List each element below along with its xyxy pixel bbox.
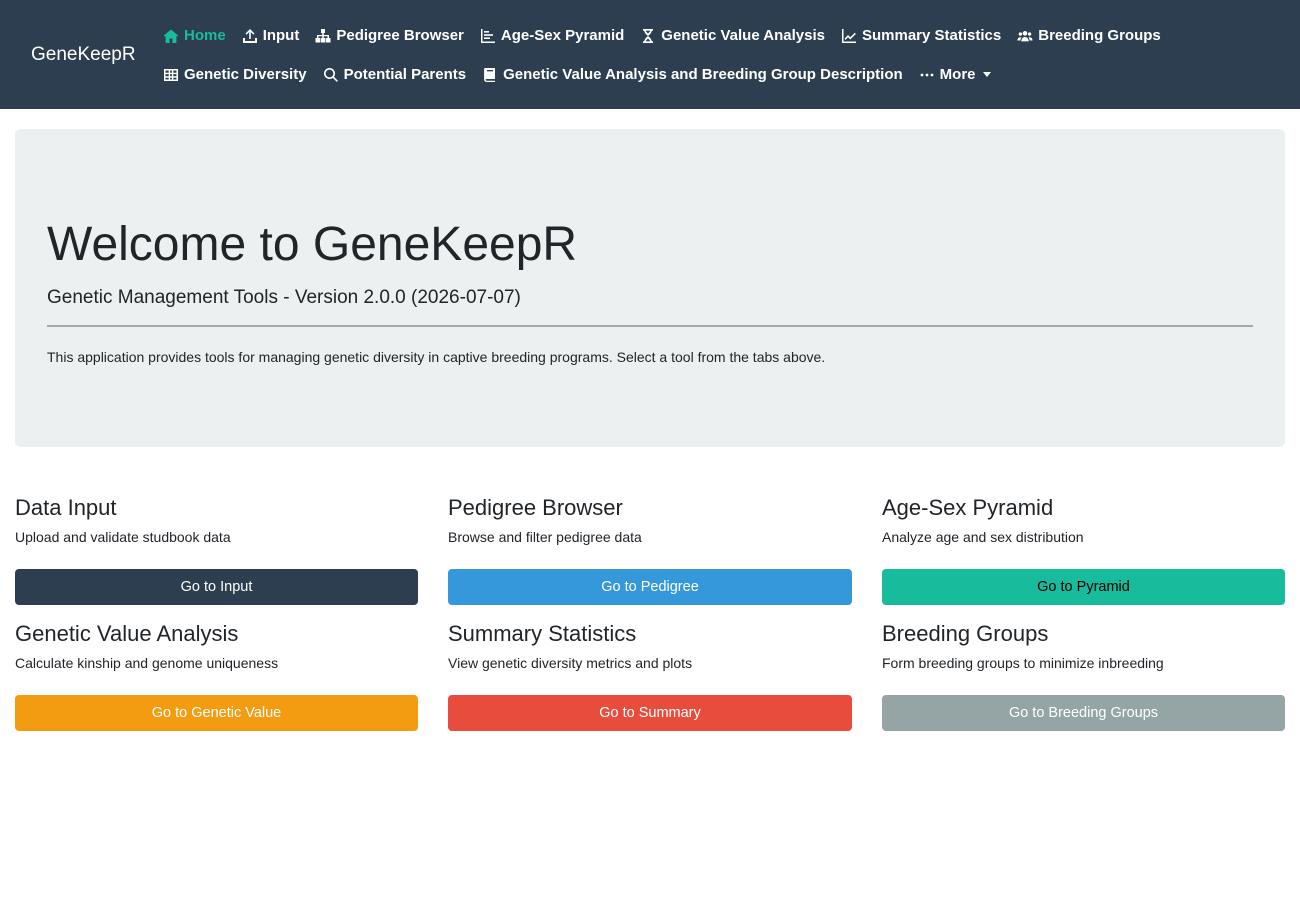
navbar: GeneKeepR Home Input Pedigree Browser Ag… xyxy=(0,0,1300,109)
go-to-input-button[interactable]: Go to Input xyxy=(15,569,418,605)
card-title: Age-Sex Pyramid xyxy=(882,495,1054,520)
card-description: Browse and filter pedigree data xyxy=(448,529,642,545)
tab-potential-parents-label: Potential Parents xyxy=(343,66,467,83)
more-label: More xyxy=(939,66,976,83)
users-icon xyxy=(1017,30,1033,41)
home-icon xyxy=(163,29,179,43)
more-dropdown[interactable]: More xyxy=(911,55,999,94)
tab-breeding-groups[interactable]: Breeding Groups xyxy=(1009,16,1169,55)
hero-divider xyxy=(47,325,1253,327)
card-summary-statistics: Summary Statistics View genetic diversit… xyxy=(448,620,852,746)
brand-logo[interactable]: GeneKeepR xyxy=(31,45,155,65)
go-to-summary-button[interactable]: Go to Summary xyxy=(448,695,852,731)
tab-home-label: Home xyxy=(184,27,226,44)
tab-pedigree-browser[interactable]: Pedigree Browser xyxy=(307,16,472,55)
card-title: Genetic Value Analysis xyxy=(15,621,239,646)
card-data-input: Data Input Upload and validate studbook … xyxy=(15,494,418,620)
card-title: Summary Statistics xyxy=(448,621,637,646)
upload-icon xyxy=(242,28,257,43)
tab-breeding-groups-label: Breeding Groups xyxy=(1038,27,1161,44)
book-icon xyxy=(484,67,496,82)
tab-home[interactable]: Home xyxy=(155,16,234,55)
card-description: Upload and validate studbook data xyxy=(15,529,231,545)
search-icon xyxy=(323,67,338,82)
caret-down-icon xyxy=(982,72,991,77)
page-title: Welcome to GeneKeepR xyxy=(47,218,578,271)
tab-age-sex-pyramid[interactable]: Age-Sex Pyramid xyxy=(472,16,632,55)
tab-potential-parents[interactable]: Potential Parents xyxy=(315,55,475,94)
card-title: Breeding Groups xyxy=(882,621,1049,646)
card-pedigree-browser: Pedigree Browser Browse and filter pedig… xyxy=(448,494,852,620)
table-icon xyxy=(164,68,178,81)
card-genetic-value-analysis: Genetic Value Analysis Calculate kinship… xyxy=(15,620,418,746)
tab-genetic-diversity[interactable]: Genetic Diversity xyxy=(155,55,315,94)
tab-genetic-value-label: Genetic Value Analysis xyxy=(661,27,825,44)
card-description: Analyze age and sex distribution xyxy=(882,529,1084,545)
tab-pedigree-label: Pedigree Browser xyxy=(336,27,464,44)
card-description: Form breeding groups to minimize inbreed… xyxy=(882,655,1164,671)
tab-summary-label: Summary Statistics xyxy=(862,27,1002,44)
dna-icon xyxy=(643,28,654,43)
card-description: View genetic diversity metrics and plots xyxy=(448,655,693,671)
sitemap-icon xyxy=(315,28,331,42)
go-to-breeding-groups-button[interactable]: Go to Breeding Groups xyxy=(882,695,1285,731)
tab-description[interactable]: Genetic Value Analysis and Breeding Grou… xyxy=(474,55,911,94)
go-to-pyramid-button[interactable]: Go to Pyramid xyxy=(882,569,1285,605)
hero-description: This application provides tools for mana… xyxy=(47,349,826,365)
go-to-pedigree-button[interactable]: Go to Pedigree xyxy=(448,569,852,605)
line-chart-icon xyxy=(842,28,856,43)
tab-input-label: Input xyxy=(262,27,300,44)
card-title: Data Input xyxy=(15,495,117,520)
welcome-hero: Welcome to GeneKeepR Genetic Management … xyxy=(15,129,1285,447)
card-title: Pedigree Browser xyxy=(448,495,623,520)
card-age-sex-pyramid: Age-Sex Pyramid Analyze age and sex dist… xyxy=(882,494,1285,620)
tab-pyramid-label: Age-Sex Pyramid xyxy=(500,27,625,44)
tab-summary-statistics[interactable]: Summary Statistics xyxy=(833,16,1009,55)
bar-chart-icon xyxy=(480,28,495,43)
go-to-genetic-value-button[interactable]: Go to Genetic Value xyxy=(15,695,418,731)
ellipsis-icon xyxy=(920,73,934,76)
tool-cards: Data Input Upload and validate studbook … xyxy=(15,494,1285,746)
card-description: Calculate kinship and genome uniqueness xyxy=(15,655,279,671)
card-breeding-groups: Breeding Groups Form breeding groups to … xyxy=(882,620,1285,746)
nav-tabs: Home Input Pedigree Browser Age-Sex Pyra… xyxy=(155,0,1275,94)
page-subtitle: Genetic Management Tools - Version 2.0.0… xyxy=(47,287,521,308)
tab-genetic-diversity-label: Genetic Diversity xyxy=(184,66,307,83)
tab-description-label: Genetic Value Analysis and Breeding Grou… xyxy=(503,66,903,83)
tab-genetic-value-analysis[interactable]: Genetic Value Analysis xyxy=(632,16,833,55)
tab-input[interactable]: Input xyxy=(234,16,308,55)
